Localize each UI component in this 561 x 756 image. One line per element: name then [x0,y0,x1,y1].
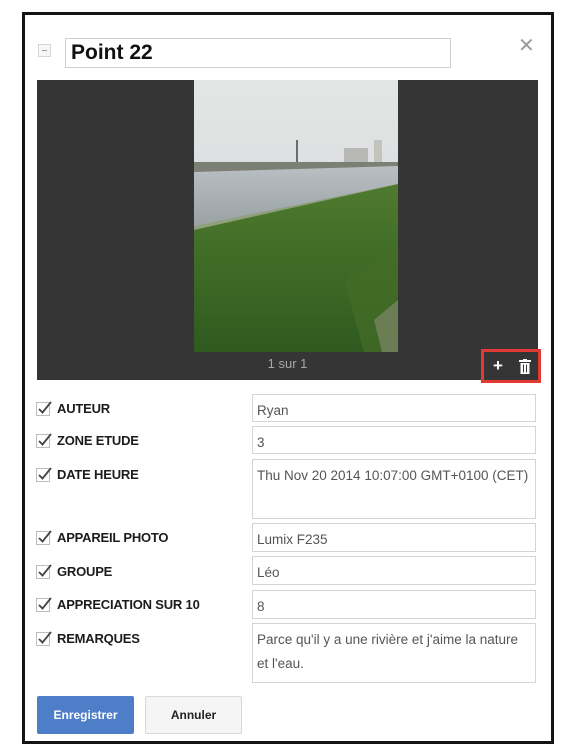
label-appareil-photo: APPAREIL PHOTO [57,529,169,545]
checkbox-date-heure[interactable] [36,466,54,482]
frame-right-edge [551,12,554,744]
photo-counter: 1 sur 1 [267,356,308,371]
groupe-field[interactable]: Léo [252,556,536,585]
photo-image [194,80,398,352]
label-appreciation: APPRECIATION SUR 10 [57,596,200,612]
appreciation-field[interactable]: 8 [252,590,536,619]
label-groupe: GROUPE [57,563,113,579]
appareil-photo-field[interactable]: Lumix F235 [252,523,536,552]
label-zone-etude: ZONE ETUDE [57,432,139,448]
close-icon[interactable]: ✕ [518,36,535,56]
field-label-appreciation: APPRECIATION SUR 10 [36,592,200,616]
field-label-date-heure: DATE HEURE [36,462,139,486]
frame-top-edge [22,12,554,15]
checkbox-appareil-photo[interactable] [36,529,54,545]
field-label-auteur: AUTEUR [36,396,110,420]
collapse-icon[interactable] [38,44,51,57]
checkbox-zone-etude[interactable] [36,432,54,448]
point-title-field[interactable]: Point 22 [65,38,451,68]
frame-bottom-edge [22,741,554,744]
auteur-field[interactable]: Ryan [252,394,536,422]
checkbox-groupe[interactable] [36,563,54,579]
cancel-button[interactable]: Annuler [145,696,242,734]
checkbox-appreciation[interactable] [36,596,54,612]
edit-point-dialog: Point 22 ✕ 1 sur 1 + AUTEUR Ryan ZONE ET… [28,16,548,740]
add-photo-icon[interactable]: + [493,356,503,376]
field-label-zone-etude: ZONE ETUDE [36,428,139,452]
riverbank-photo [194,80,398,352]
checkbox-remarques[interactable] [36,630,54,646]
frame-left-edge [22,12,25,744]
remarques-field[interactable]: Parce qu'il y a une rivière et j'aime la… [252,623,536,683]
date-heure-field[interactable]: Thu Nov 20 2014 10:07:00 GMT+0100 (CET) [252,459,536,519]
label-date-heure: DATE HEURE [57,466,139,482]
field-label-remarques: REMARQUES [36,626,140,650]
zone-etude-field[interactable]: 3 [252,426,536,454]
label-remarques: REMARQUES [57,630,140,646]
save-button[interactable]: Enregistrer [37,696,134,734]
photo-actions-highlight: + [481,349,541,383]
delete-photo-icon[interactable] [519,359,531,379]
checkbox-auteur[interactable] [36,400,54,416]
photo-viewer: 1 sur 1 + [37,80,541,383]
field-label-appareil-photo: APPAREIL PHOTO [36,525,169,549]
field-label-groupe: GROUPE [36,559,112,583]
label-auteur: AUTEUR [57,400,110,416]
